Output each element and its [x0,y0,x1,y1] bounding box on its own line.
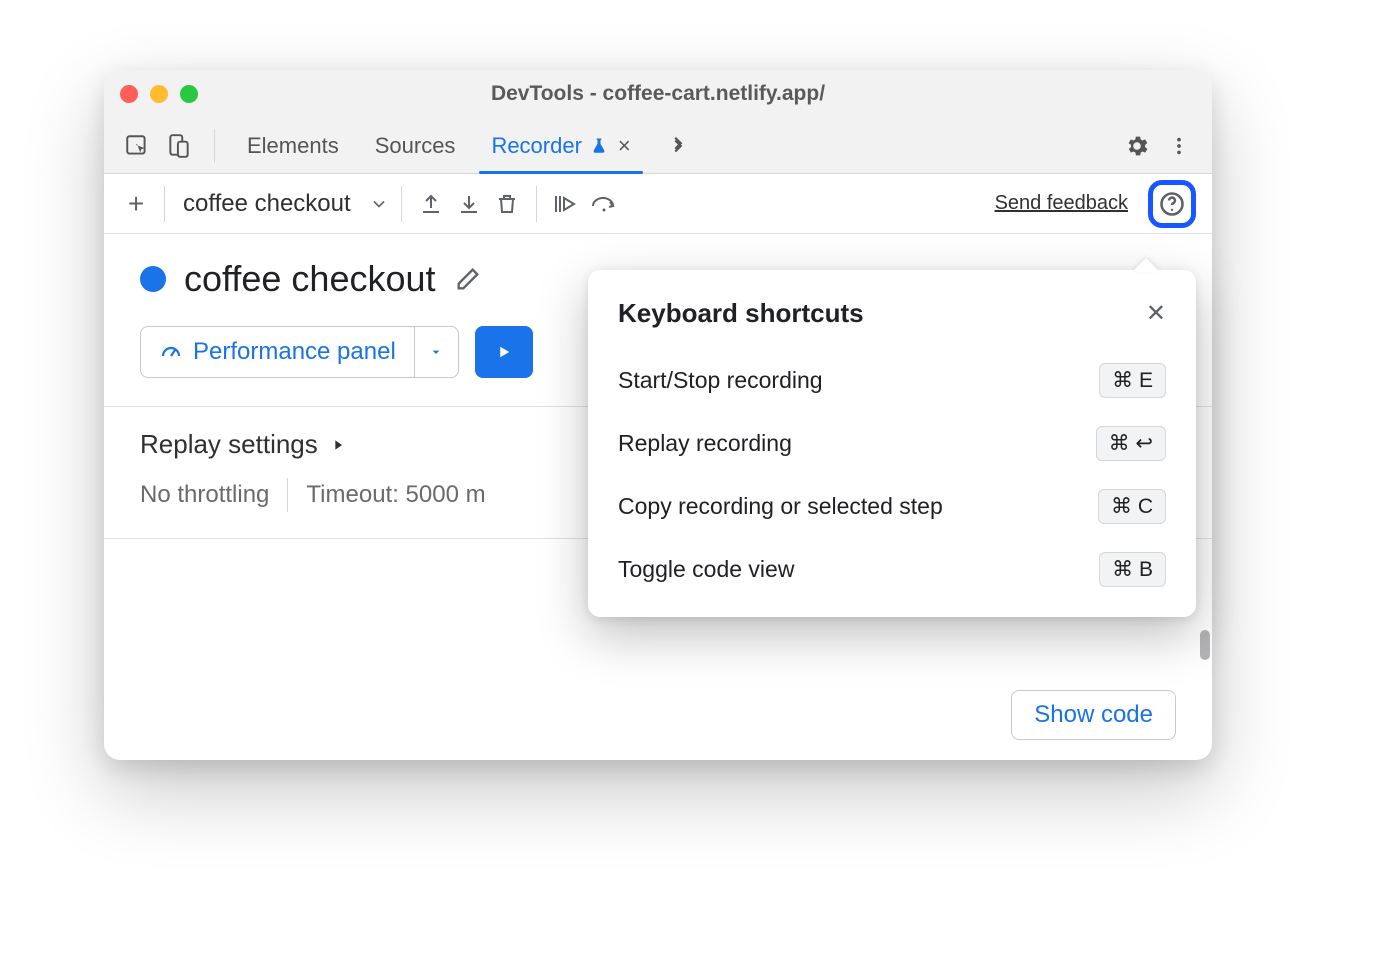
window-title: DevTools - coffee-cart.netlify.app/ [104,82,1212,106]
shortcut-label: Copy recording or selected step [618,493,943,520]
shortcut-keys: ⌘ ↩ [1096,426,1166,461]
tab-sources[interactable]: Sources [361,118,470,173]
new-recording-button[interactable]: + [120,188,152,220]
timeout-value[interactable]: Timeout: 5000 m [306,481,485,509]
titlebar: DevTools - coffee-cart.netlify.app/ [104,70,1212,118]
chevron-down-icon[interactable] [369,194,389,214]
window-minimize-button[interactable] [150,85,168,103]
shortcut-keys: ⌘ E [1099,363,1166,398]
window-controls [120,85,198,103]
shortcut-label: Start/Stop recording [618,367,823,394]
tab-label: Sources [375,133,456,159]
shortcut-label: Replay recording [618,430,792,457]
recorder-toolbar: + coffee checkout Send feedback [104,174,1212,234]
export-icon[interactable] [414,187,448,221]
device-toggle-icon[interactable] [162,129,196,163]
tab-label: Elements [247,133,339,159]
performance-panel-button[interactable]: Performance panel [140,326,459,378]
panel-tabstrip: Elements Sources Recorder × [104,118,1212,174]
popover-title: Keyboard shortcuts [618,298,864,329]
window-zoom-button[interactable] [180,85,198,103]
shortcut-row: Start/Stop recording ⌘ E [618,363,1166,398]
close-tab-icon[interactable]: × [618,133,631,159]
triangle-right-icon [330,437,346,453]
inspect-element-icon[interactable] [120,129,154,163]
flask-icon [590,137,608,155]
show-code-button[interactable]: Show code [1011,690,1176,740]
step-over-icon[interactable] [587,187,621,221]
performance-panel-label: Performance panel [193,338,396,366]
shortcut-keys: ⌘ C [1098,489,1166,524]
performance-dropdown-caret[interactable] [414,327,458,377]
settings-gear-icon[interactable] [1120,129,1154,163]
step-play-icon[interactable] [549,187,583,221]
tab-label: Recorder [491,133,581,159]
gauge-icon [159,340,183,364]
close-popover-button[interactable]: ✕ [1146,299,1166,328]
more-tabs-button[interactable] [653,118,703,173]
separator [287,478,288,512]
help-shortcuts-button[interactable] [1148,180,1196,228]
replay-settings-label: Replay settings [140,429,318,460]
replay-button[interactable] [475,326,533,378]
kebab-menu-icon[interactable] [1162,129,1196,163]
keyboard-shortcuts-popover: Keyboard shortcuts ✕ Start/Stop recordin… [588,270,1196,617]
tab-recorder[interactable]: Recorder × [477,118,644,173]
shortcut-row: Replay recording ⌘ ↩ [618,426,1166,461]
separator [536,186,537,222]
delete-icon[interactable] [490,187,524,221]
tab-elements[interactable]: Elements [233,118,353,173]
separator [401,186,402,222]
recording-selector[interactable]: coffee checkout [177,190,357,218]
tab-separator [214,129,215,163]
recording-status-dot [140,266,166,292]
window-close-button[interactable] [120,85,138,103]
separator [164,186,165,222]
devtools-window: DevTools - coffee-cart.netlify.app/ Elem… [104,70,1212,760]
shortcut-label: Toggle code view [618,556,794,583]
throttling-value[interactable]: No throttling [140,481,269,509]
edit-title-icon[interactable] [454,265,482,293]
scrollbar-thumb[interactable] [1200,630,1210,660]
shortcut-keys: ⌘ B [1099,552,1166,587]
shortcut-row: Copy recording or selected step ⌘ C [618,489,1166,524]
shortcut-row: Toggle code view ⌘ B [618,552,1166,587]
recording-title: coffee checkout [184,258,436,300]
send-feedback-link[interactable]: Send feedback [995,192,1128,215]
import-icon[interactable] [452,187,486,221]
